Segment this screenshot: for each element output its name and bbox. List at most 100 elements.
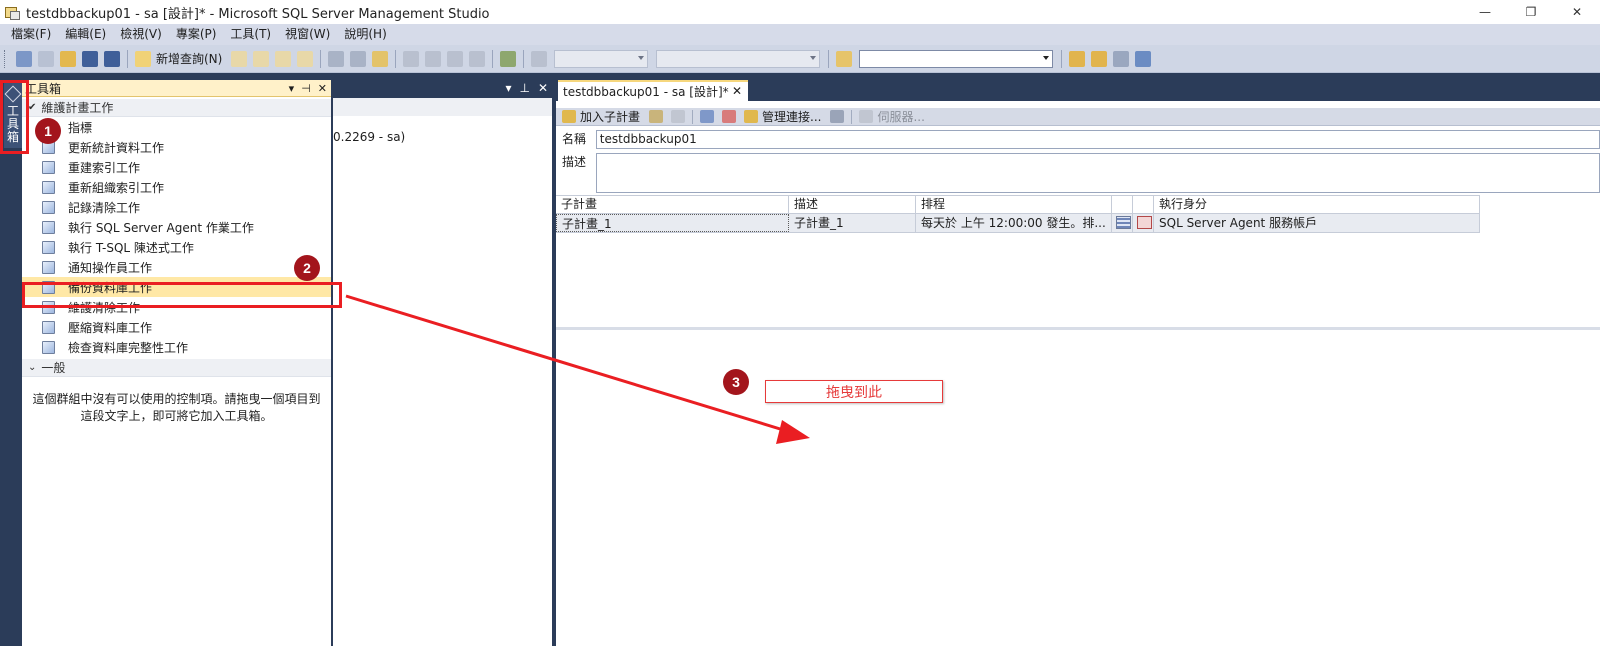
minimize-button[interactable]: — (1462, 0, 1508, 24)
window-position-dropdown-icon[interactable]: ▾ (289, 82, 295, 95)
tool-item-update-statistics[interactable]: 更新統計資料工作 (22, 137, 331, 157)
solution-config-combo[interactable] (554, 49, 649, 68)
copy-icon[interactable] (350, 50, 367, 67)
analysis-services-dmx-icon[interactable] (275, 50, 292, 67)
window-position-dropdown-icon[interactable]: ▾ (505, 81, 511, 95)
menu-help[interactable]: 說明(H) (337, 24, 393, 45)
tool-item-tsql[interactable]: 執行 T-SQL 陳述式工作 (22, 237, 331, 257)
servers-icon (859, 110, 874, 123)
close-icon[interactable]: ✕ (318, 82, 327, 95)
database-engine-query-icon[interactable] (231, 50, 248, 67)
tool-item-reorganize-index[interactable]: 重新組織索引工作 (22, 177, 331, 197)
platform-combo[interactable] (656, 49, 821, 68)
remove-schedule-icon[interactable] (722, 110, 737, 123)
pin-icon[interactable]: ⊥ (519, 81, 529, 95)
add-item-icon[interactable] (38, 50, 54, 67)
close-icon[interactable]: ✕ (732, 84, 742, 98)
servers-button[interactable]: 伺服器... (877, 108, 924, 125)
agent-job-icon (42, 220, 55, 234)
undo-icon[interactable] (403, 50, 420, 67)
tool-item-label: 通知操作員工作 (68, 260, 153, 275)
cell-schedule-button[interactable] (1112, 214, 1133, 232)
column-header-subplan[interactable]: 子計畫 (556, 196, 789, 213)
find-in-files-icon[interactable] (836, 50, 853, 67)
new-query-icon (135, 50, 151, 67)
cell-run-as[interactable]: SQL Server Agent 服務帳戶 (1154, 214, 1480, 232)
cut-icon[interactable] (328, 50, 345, 67)
schedule-icon[interactable] (700, 110, 715, 123)
tool-item-check-integrity[interactable]: 檢查資料庫完整性工作 (22, 337, 331, 357)
tab-maintenance-plan[interactable]: testdbbackup01 - sa [設計]* ✕ (558, 80, 748, 101)
object-explorer-header: ▾ ⊥ ✕ (333, 80, 552, 98)
menu-tools[interactable]: 工具(T) (223, 24, 278, 45)
group-general[interactable]: ⌄ 一般 (22, 359, 331, 377)
navigate-forward-icon[interactable] (469, 50, 486, 67)
column-header-schedule-button (1112, 196, 1133, 213)
open-file-icon[interactable] (60, 50, 76, 67)
toolbox-empty-message[interactable]: 這個群組中沒有可以使用的控制項。請拖曳一個項目到這段文字上，即可將它加入工具箱。 (22, 377, 331, 425)
description-field[interactable] (595, 153, 1600, 193)
close-icon[interactable]: ✕ (538, 81, 548, 95)
menu-project[interactable]: 專案(P) (169, 24, 224, 45)
tool-item-notify-operator[interactable]: 通知操作員工作 (22, 257, 331, 277)
save-icon[interactable] (82, 50, 98, 67)
analysis-services-mdx-icon[interactable] (253, 50, 270, 67)
toolbar-separator (395, 49, 397, 68)
description-field-row: 描述 (556, 153, 1600, 193)
new-project-icon[interactable] (16, 50, 32, 67)
toolbox-icon[interactable] (1135, 50, 1152, 67)
find-combo[interactable] (859, 49, 1054, 68)
execute-icon[interactable] (531, 50, 548, 67)
cell-description[interactable]: 子計畫_1 (789, 214, 916, 232)
cell-subplan[interactable]: 子計畫_1 (556, 214, 789, 232)
toolbox-header: 工具箱 ▾ ⊣ ✕ (22, 80, 331, 97)
redo-icon[interactable] (425, 50, 442, 67)
menu-window[interactable]: 視窗(W) (278, 24, 337, 45)
cell-schedule[interactable]: 每天於 上午 12:00:00 發生。排... (916, 214, 1112, 232)
subplan-properties-icon[interactable] (649, 110, 664, 123)
restore-button[interactable]: ❐ (1508, 0, 1554, 24)
notify-operator-icon (42, 260, 55, 274)
logging-icon[interactable] (830, 110, 845, 123)
tsql-icon (42, 240, 55, 254)
calendar-icon[interactable] (1116, 216, 1131, 229)
auto-hide-pin-icon[interactable]: ⊣ (301, 82, 311, 95)
xmla-query-icon[interactable] (297, 50, 314, 67)
delete-icon[interactable] (671, 110, 686, 123)
cell-remove-button[interactable] (1133, 214, 1154, 232)
column-header-run-as[interactable]: 執行身分 (1154, 196, 1480, 213)
properties-icon[interactable] (1113, 50, 1130, 67)
design-surface[interactable] (556, 330, 1600, 646)
paste-icon[interactable] (372, 50, 389, 67)
save-all-icon[interactable] (104, 50, 120, 67)
activity-monitor-icon[interactable] (500, 50, 517, 67)
object-explorer-icon[interactable] (1091, 50, 1108, 67)
server-node-label[interactable]: 0.2269 - sa) (333, 130, 405, 144)
menu-view[interactable]: 檢視(V) (113, 24, 169, 45)
remove-schedule-icon[interactable] (1137, 216, 1152, 229)
column-header-schedule[interactable]: 排程 (916, 196, 1112, 213)
manage-connections-icon (744, 110, 759, 123)
name-field[interactable]: testdbbackup01 (595, 130, 1600, 149)
manage-connections-button[interactable]: 管理連接... (762, 108, 821, 125)
add-subplan-button[interactable]: 加入子計畫 (580, 108, 640, 125)
tool-item-agent-job[interactable]: 執行 SQL Server Agent 作業工作 (22, 217, 331, 237)
tool-item-pointer[interactable]: 指標 (22, 117, 331, 137)
column-header-description[interactable]: 描述 (789, 196, 916, 213)
navigate-backward-icon[interactable] (447, 50, 464, 67)
document-area: testdbbackup01 - sa [設計]* ✕ 加入子計畫 管理連接..… (556, 80, 1600, 646)
tool-item-shrink-database[interactable]: 壓縮資料庫工作 (22, 317, 331, 337)
chevron-down-icon: ✔ (28, 102, 37, 113)
tool-item-rebuild-index[interactable]: 重建索引工作 (22, 157, 331, 177)
menu-file[interactable]: 檔案(F) (4, 24, 58, 45)
toolbar-grip[interactable] (4, 49, 7, 68)
tool-item-history-cleanup[interactable]: 記錄清除工作 (22, 197, 331, 217)
subplan-grid: 子計畫 描述 排程 執行身分 子計畫_1 子計畫_1 每天於 上午 12:00:… (556, 195, 1480, 233)
toolbar-separator (127, 49, 128, 68)
new-query-button[interactable]: 新增查詢(N) (156, 50, 222, 67)
menu-edit[interactable]: 編輯(E) (58, 24, 113, 45)
table-row[interactable]: 子計畫_1 子計畫_1 每天於 上午 12:00:00 發生。排... SQL … (556, 214, 1480, 233)
registered-servers-icon[interactable] (1069, 50, 1086, 67)
close-window-button[interactable]: ✕ (1554, 0, 1600, 24)
group-maintenance-tasks[interactable]: ✔ 維護計畫工作 (22, 99, 331, 117)
